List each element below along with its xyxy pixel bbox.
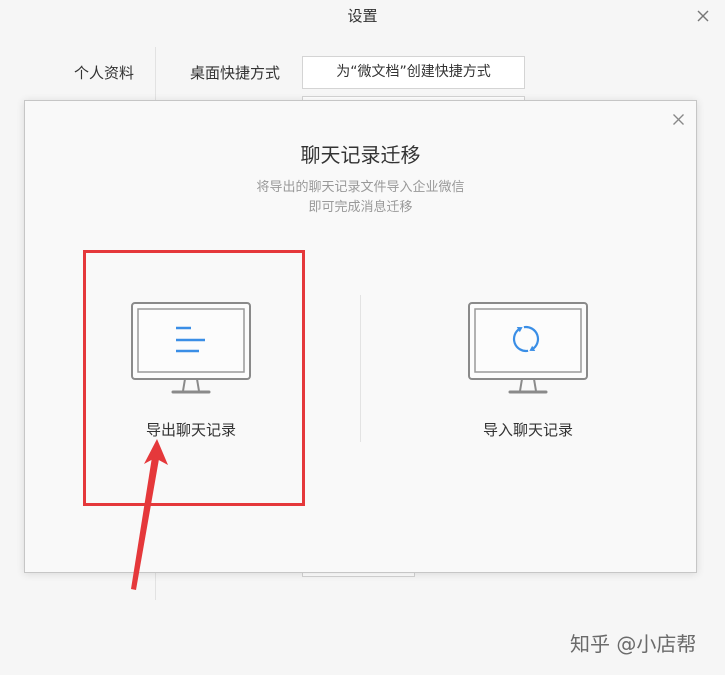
monitor-sync-icon	[468, 302, 588, 394]
import-chat-history-label: 导入聊天记录	[482, 421, 573, 439]
desktop-shortcut-label: 桌面快捷方式	[190, 64, 281, 82]
import-chat-history-option[interactable]: 导入聊天记录	[417, 251, 639, 507]
dialog-subtitle-line: 将导出的聊天记录文件导入企业微信	[256, 180, 465, 195]
create-shortcut-button[interactable]: 为“微文档”创建快捷方式	[302, 56, 525, 89]
watermark: 知乎 @小店帮	[570, 632, 697, 656]
options-divider	[360, 295, 361, 442]
dialog-subtitle-line: 即可完成消息迁移	[308, 200, 413, 215]
window-close-button[interactable]	[696, 8, 710, 22]
dialog-close-button[interactable]	[672, 111, 685, 125]
window-title: 设置	[347, 7, 378, 25]
close-icon	[673, 114, 684, 125]
close-icon	[697, 10, 709, 22]
sidebar-item-profile[interactable]: 个人资料	[74, 62, 134, 84]
highlight-box	[83, 250, 305, 506]
dialog-title: 聊天记录迁移	[300, 143, 421, 167]
